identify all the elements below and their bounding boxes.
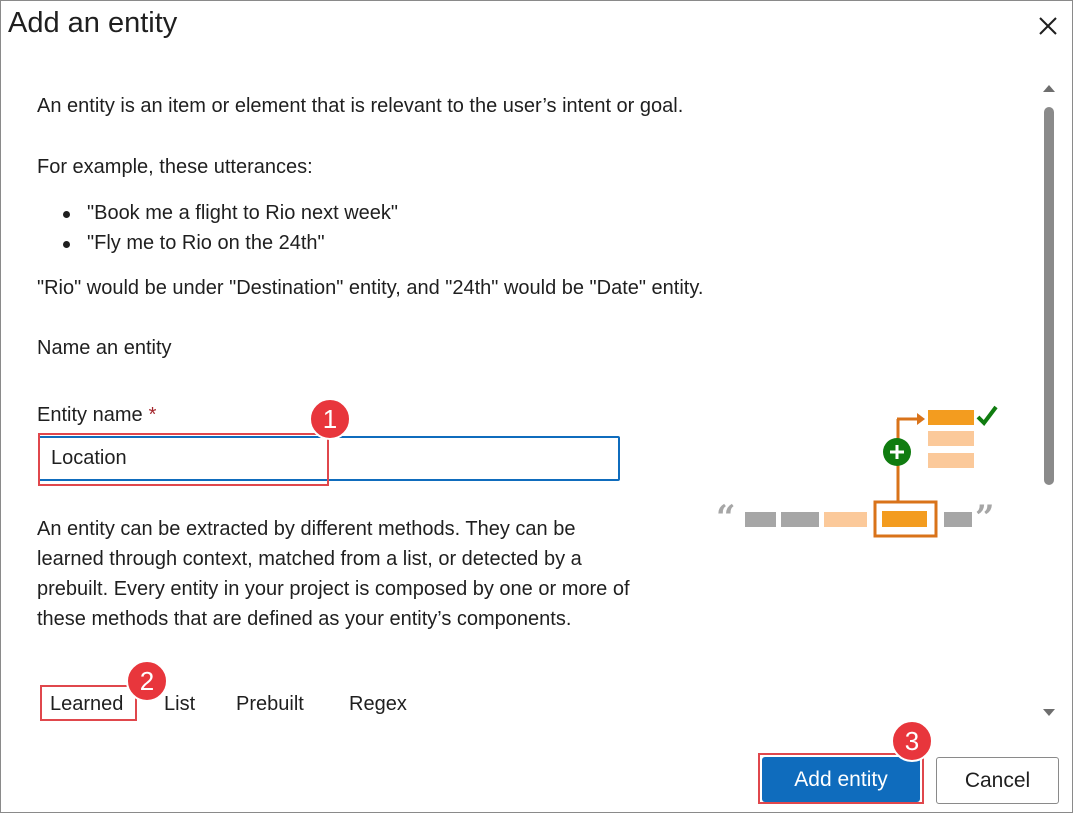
dialog-title: Add an entity bbox=[8, 7, 178, 39]
list-item bbox=[928, 453, 974, 468]
token-block bbox=[944, 512, 972, 527]
entity-token bbox=[882, 511, 927, 527]
token-block bbox=[781, 512, 819, 527]
entity-name-label-text: Entity name bbox=[37, 404, 143, 426]
tab-learned[interactable]: Learned bbox=[50, 693, 123, 716]
example-utterance: "Book me a flight to Rio next week" bbox=[62, 202, 399, 224]
token-block bbox=[745, 512, 776, 527]
list-item-selected bbox=[928, 410, 974, 425]
callout-badge-1: 1 bbox=[309, 398, 351, 440]
arrow-right-icon bbox=[917, 413, 925, 425]
entity-illustration: “ ” bbox=[716, 405, 998, 538]
entity-name-label: Entity name * bbox=[37, 404, 156, 427]
cancel-button[interactable]: Cancel bbox=[936, 757, 1059, 804]
scroll-up-icon[interactable] bbox=[1043, 85, 1055, 92]
add-entity-dialog: Add an entity An entity is an item or el… bbox=[0, 0, 1073, 813]
close-icon[interactable] bbox=[1031, 9, 1065, 43]
example-lead-text: For example, these utterances: bbox=[37, 156, 313, 178]
scroll-down-icon[interactable] bbox=[1043, 709, 1055, 716]
token-block bbox=[824, 512, 867, 527]
vertical-scrollbar[interactable] bbox=[1041, 79, 1057, 723]
methods-description: An entity can be extracted by different … bbox=[37, 518, 630, 630]
required-marker: * bbox=[148, 404, 157, 426]
list-item bbox=[928, 431, 974, 446]
section-heading: Name an entity bbox=[37, 337, 172, 359]
tab-regex[interactable]: Regex bbox=[349, 693, 407, 716]
explanation-text: "Rio" would be under "Destination" entit… bbox=[37, 277, 704, 299]
open-quote-icon: “ bbox=[716, 498, 736, 538]
callout-badge-2: 2 bbox=[126, 660, 168, 702]
intro-text: An entity is an item or element that is … bbox=[37, 95, 684, 117]
tab-list[interactable]: List bbox=[164, 693, 195, 716]
entity-name-input[interactable] bbox=[38, 436, 620, 481]
example-utterance: "Fly me to Rio on the 24th" bbox=[63, 232, 325, 254]
add-entity-button[interactable]: Add entity bbox=[762, 757, 920, 802]
callout-badge-3: 3 bbox=[891, 720, 933, 762]
close-quote-icon: ” bbox=[975, 498, 995, 538]
checkmark-icon bbox=[976, 405, 998, 427]
scroll-thumb[interactable] bbox=[1044, 107, 1054, 485]
tab-prebuilt[interactable]: Prebuilt bbox=[236, 693, 304, 716]
